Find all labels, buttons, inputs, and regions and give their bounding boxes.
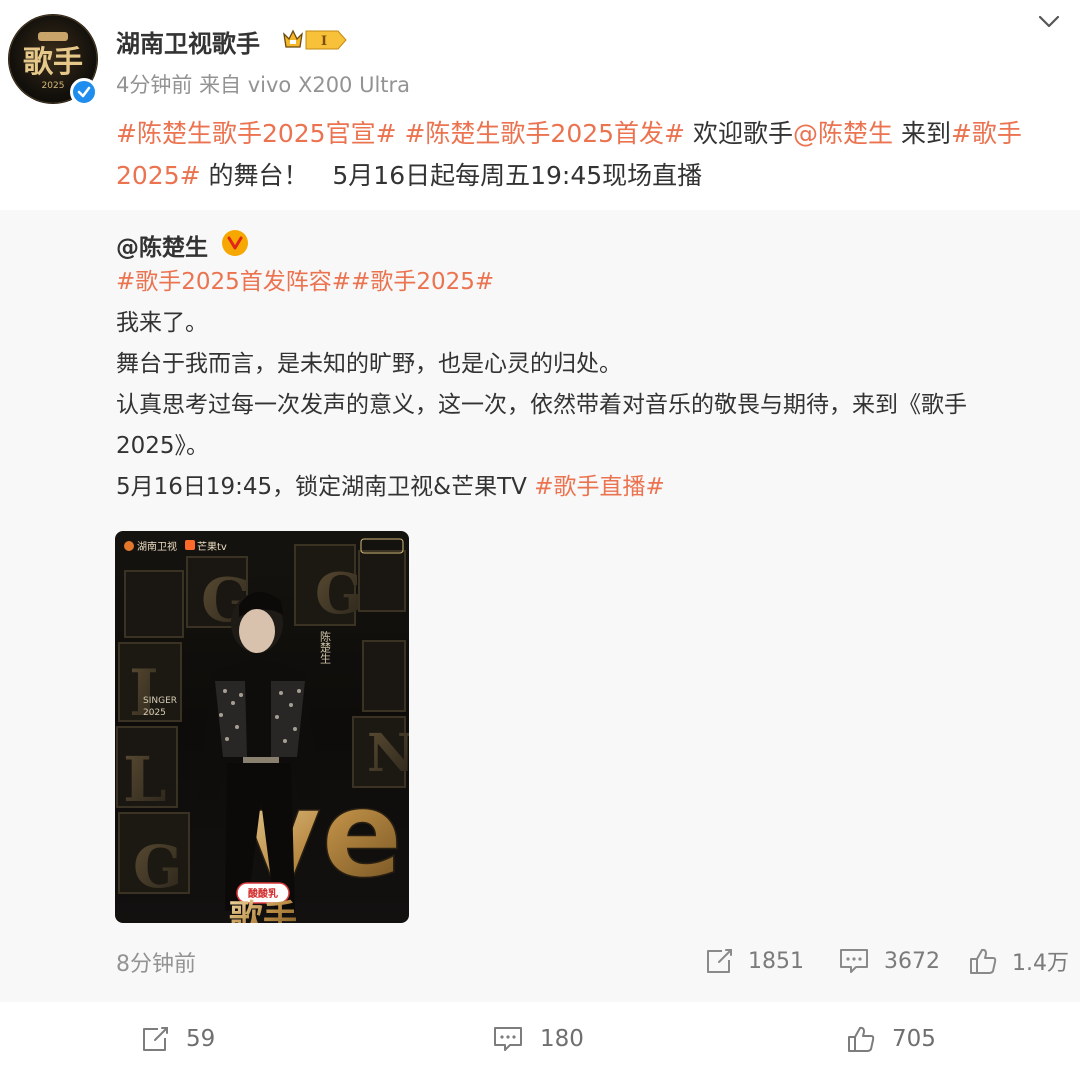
poster-artwork: G G I N L G ve 湖南卫视 芒果tv 陈楚生 SINGER 2025…: [116, 538, 409, 923]
repost-icon: [143, 1027, 168, 1051]
comment-icon: [494, 1027, 522, 1051]
post-meta: 4分钟前 来自 vivo X200 Ultra: [116, 69, 410, 99]
svg-text:I: I: [129, 656, 159, 731]
chevron-down-icon[interactable]: [1034, 10, 1064, 34]
comment-count: 3672: [884, 948, 940, 974]
poster-image[interactable]: G G I N L G ve 湖南卫视 芒果tv 陈楚生 SINGER 2025…: [115, 531, 409, 923]
retweet-line: 5月16日19:45，锁定湖南卫视&芒果TV #歌手直播#: [116, 474, 665, 500]
comment-icon: [840, 949, 868, 973]
retweet-line: 舞台于我而言，是未知的旷野，也是心灵的归处。: [116, 351, 622, 377]
post-source: 来自 vivo X200 Ultra: [199, 73, 411, 97]
retweet-line: 我来了。: [116, 310, 208, 336]
svg-text:I: I: [321, 34, 327, 49]
author-name[interactable]: 湖南卫视歌手: [116, 24, 260, 59]
post-text-segment: 来到: [900, 119, 951, 148]
svg-text:陈楚生: 陈楚生: [319, 630, 332, 664]
verified-badge-icon: [70, 78, 98, 106]
repost-button[interactable]: 59: [140, 1016, 215, 1062]
retweet-like-button[interactable]: 1.4万: [968, 938, 1069, 984]
svg-text:2025: 2025: [143, 708, 166, 718]
repost-count: 59: [186, 1026, 216, 1052]
retweet-line: 认真思考过每一次发声的意义，这一次，依然带着对音乐的敬畏与期待，来到《歌手202…: [116, 392, 967, 459]
retweet-time: 8分钟前: [116, 952, 196, 977]
repost-count: 1851: [748, 948, 804, 974]
comment-button[interactable]: 180: [492, 1016, 584, 1062]
svg-text:歌手: 歌手: [229, 898, 297, 923]
hashtag-link[interactable]: #歌手直播#: [534, 474, 665, 500]
retweet-author-link[interactable]: @陈楚生: [116, 228, 208, 262]
post-text-segment: 欢迎歌手: [692, 119, 793, 148]
svg-text:湖南卫视: 湖南卫视: [137, 540, 177, 553]
like-count: 1.4万: [1012, 951, 1069, 976]
post-text: #陈楚生歌手2025官宣# #陈楚生歌手2025首发# 欢迎歌手@陈楚生 来到#…: [116, 113, 1056, 197]
hashtag-link[interactable]: #陈楚生歌手2025首发#: [404, 119, 685, 148]
mention-link[interactable]: @陈楚生: [793, 119, 893, 148]
svg-text:芒果tv: 芒果tv: [197, 540, 227, 553]
retweet-comment-button[interactable]: 3672: [838, 938, 940, 984]
retweet-repost-button[interactable]: 1851: [704, 938, 804, 984]
hashtag-link[interactable]: #歌手2025首发阵容##歌手2025#: [116, 269, 494, 295]
like-icon: [970, 948, 997, 974]
svg-text:歌手: 歌手: [23, 45, 83, 80]
like-count: 705: [892, 1026, 936, 1052]
svg-text:2025: 2025: [42, 81, 65, 91]
post-text-segment: 的舞台！: [208, 161, 309, 190]
member-crown-badge-icon[interactable]: I: [282, 28, 348, 52]
retweeted-post[interactable]: @陈楚生 #歌手2025首发阵容##歌手2025# 我来了。 舞台于我而言，是未…: [0, 210, 1080, 1002]
v-badge-icon: [222, 230, 248, 256]
svg-text:L: L: [123, 743, 167, 816]
post-time: 4分钟前: [116, 73, 193, 97]
hashtag-link[interactable]: #陈楚生歌手2025官宣#: [116, 119, 397, 148]
svg-text:G: G: [315, 561, 363, 627]
svg-text:G: G: [133, 833, 183, 901]
svg-text:SINGER: SINGER: [143, 696, 177, 706]
comment-count: 180: [540, 1026, 584, 1052]
like-button[interactable]: 705: [846, 1016, 936, 1062]
weibo-post: 歌手 2025 湖南卫视歌手 I 4分钟前 来自 vivo X200 Ultra…: [0, 0, 1080, 1069]
post-text-segment: 5月16日起每周五19:45现场直播: [332, 161, 703, 190]
repost-icon: [707, 949, 732, 973]
like-icon: [848, 1026, 875, 1052]
retweet-text: #歌手2025首发阵容##歌手2025# 我来了。 舞台于我而言，是未知的旷野，…: [116, 262, 1046, 508]
